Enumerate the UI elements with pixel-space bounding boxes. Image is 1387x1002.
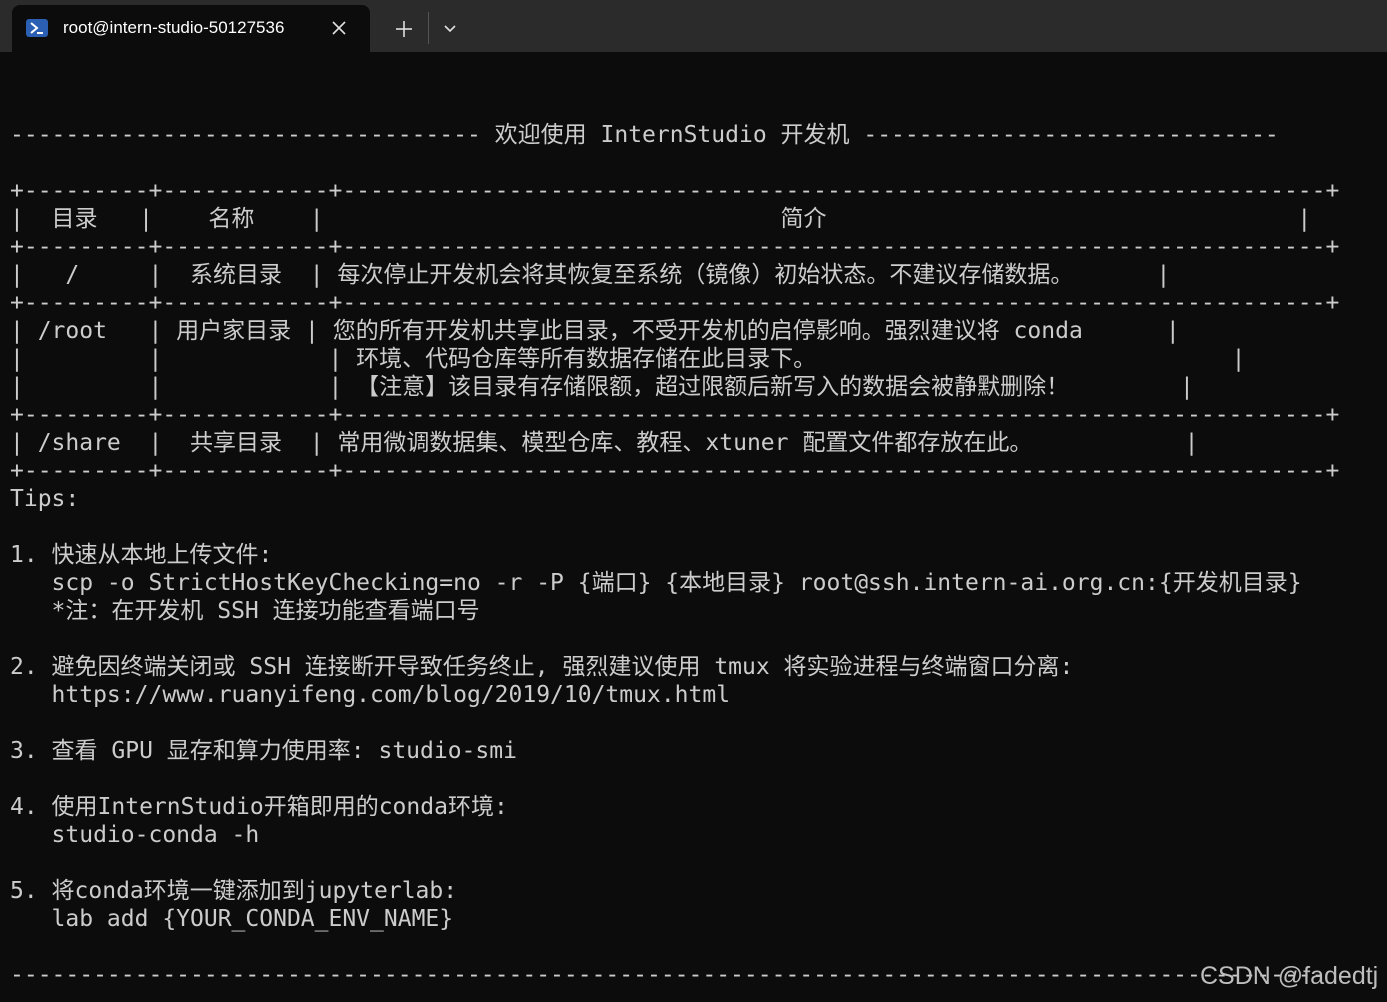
terminal-line: *注：在开发机 SSH 连接功能查看端口号 bbox=[10, 598, 480, 624]
chevron-down-icon[interactable] bbox=[440, 18, 460, 38]
terminal-line: studio-conda -h bbox=[10, 822, 260, 848]
plus-icon[interactable] bbox=[392, 17, 416, 41]
terminal-line: +---------+------------+----------------… bbox=[10, 402, 1340, 428]
terminal-line: 3. 查看 GPU 显存和算力使用率: studio-smi bbox=[10, 738, 517, 764]
terminal-line: lab add {YOUR_CONDA_ENV_NAME} bbox=[10, 906, 454, 932]
tab-separator bbox=[428, 12, 429, 44]
terminal-line: | 目录 | 名称 | 简介 | bbox=[10, 206, 1312, 232]
terminal-line: +---------+------------+----------------… bbox=[10, 290, 1340, 316]
terminal-line: | /share | 共享目录 | 常用微调数据集、模型仓库、教程、xtuner… bbox=[10, 430, 1199, 456]
terminal-line: | / | 系统目录 | 每次停止开发机会将其恢复至系统（镜像）初始状态。不建议… bbox=[10, 262, 1171, 288]
terminal-line: | /root | 用户家目录 | 您的所有开发机共享此目录，不受开发机的启停影… bbox=[10, 318, 1180, 344]
terminal-output[interactable]: ---------------------------------- 欢迎使用 … bbox=[10, 52, 1387, 1002]
terminal-line: 1. 快速从本地上传文件: bbox=[10, 542, 273, 568]
terminal-line: ----------------------------------------… bbox=[10, 962, 1326, 988]
terminal-line: +---------+------------+----------------… bbox=[10, 234, 1340, 260]
terminal-line: | | | 环境、代码仓库等所有数据存储在此目录下。 | bbox=[10, 346, 1246, 372]
tab-title: root@intern-studio-50127536 bbox=[63, 18, 285, 37]
terminal-line: 4. 使用InternStudio开箱即用的conda环境: bbox=[10, 794, 508, 820]
terminal-line: +---------+------------+----------------… bbox=[10, 458, 1340, 484]
terminal-line: scp -o StrictHostKeyChecking=no -r -P {端… bbox=[10, 570, 1302, 596]
terminal-line: 5. 将conda环境一键添加到jupyterlab: bbox=[10, 878, 458, 904]
terminal-line: Tips: bbox=[10, 486, 80, 512]
tab-active[interactable]: root@intern-studio-50127536 bbox=[12, 5, 370, 52]
watermark: CSDN @fadedtj bbox=[1200, 962, 1379, 990]
terminal-line: ---------------------------------- 欢迎使用 … bbox=[10, 122, 1279, 148]
tab-bar: root@intern-studio-50127536 bbox=[0, 0, 1387, 52]
terminal-line: 2. 避免因终端关闭或 SSH 连接断开导致任务终止, 强烈建议使用 tmux … bbox=[10, 654, 1074, 680]
close-icon[interactable] bbox=[328, 17, 350, 39]
terminal-line: | | | 【注意】该目录有存储限额，超过限额后新写入的数据会被静默删除！ | bbox=[10, 374, 1194, 400]
powershell-icon bbox=[26, 19, 48, 37]
terminal-line: +---------+------------+----------------… bbox=[10, 178, 1340, 204]
terminal-line: https://www.ruanyifeng.com/blog/2019/10/… bbox=[10, 682, 731, 708]
